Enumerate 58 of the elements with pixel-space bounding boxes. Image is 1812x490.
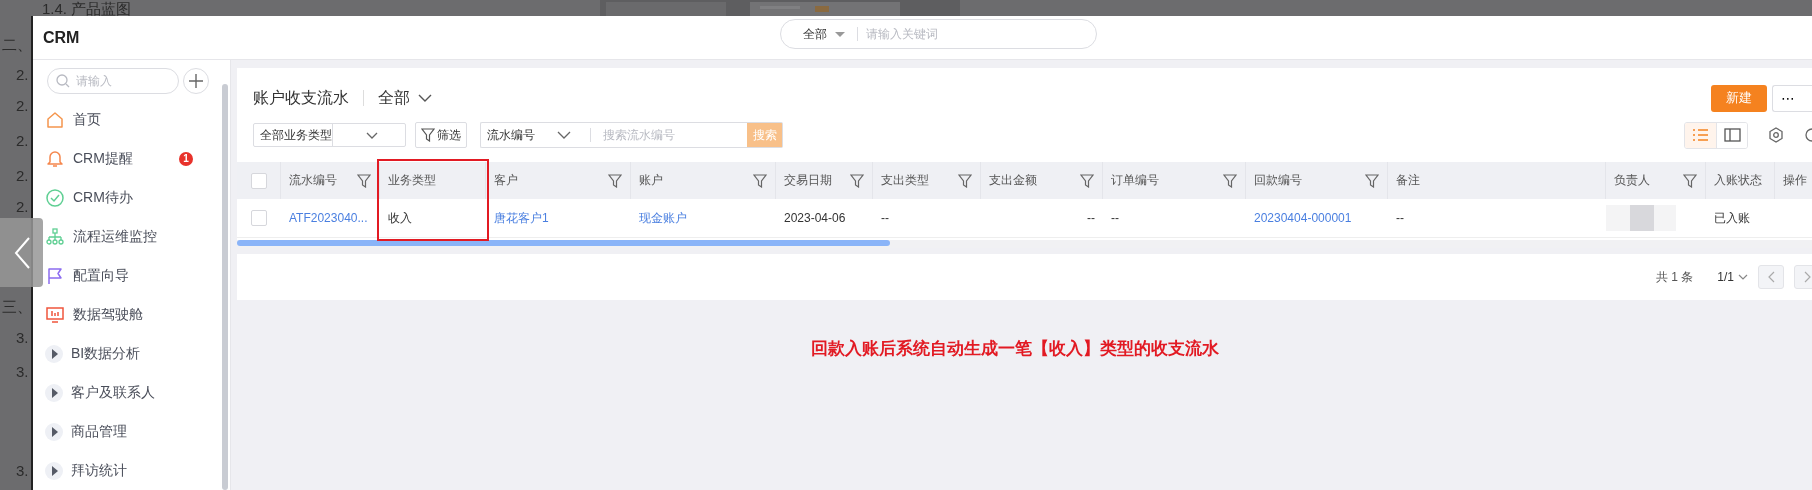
column-header: 交易日期 xyxy=(784,172,832,189)
table-cell: 已入账 xyxy=(1714,209,1750,227)
type-dropdown[interactable]: 全部业务类型 xyxy=(253,123,406,147)
annotation-text: 回款入账后系统自动生成一笔【收入】类型的收支流水 xyxy=(809,338,1220,360)
document-text: 三、 xyxy=(2,298,32,316)
column-header: 支出金额 xyxy=(989,172,1037,189)
search-input[interactable]: 请输入 xyxy=(76,74,156,88)
column-header: 负责人 xyxy=(1614,172,1650,189)
view-dropdown[interactable]: 全部 xyxy=(378,87,432,109)
sidebar-item[interactable]: 数据驾驶舱 xyxy=(45,295,189,334)
sidebar-item[interactable]: 客户及联系人 xyxy=(45,373,189,412)
document-text: 3. xyxy=(16,329,29,347)
table-link[interactable]: 20230404-000001 xyxy=(1254,211,1352,225)
table-link[interactable]: 唐花客户1 xyxy=(494,209,549,227)
document-text: 2. xyxy=(16,198,29,216)
document-text: 2. xyxy=(16,97,29,115)
field-dropdown[interactable]: 流水编号 xyxy=(480,122,584,148)
column-header: 账户 xyxy=(639,172,663,189)
column-header: 流水编号 xyxy=(289,172,337,189)
document-text: 二、 xyxy=(2,36,32,54)
column-header: 操作 xyxy=(1783,172,1807,189)
table-cell: -- xyxy=(1396,211,1404,225)
document-text: 3. xyxy=(16,462,29,480)
column-header: 备注 xyxy=(1396,172,1420,189)
document-text: 2. xyxy=(16,167,29,185)
column-header: 支出类型 xyxy=(881,172,929,189)
notification-badge: 1 xyxy=(179,151,193,166)
app-title: CRM xyxy=(43,28,80,47)
table-cell: -- xyxy=(1111,211,1119,225)
sidebar-item[interactable]: 商品管理 xyxy=(45,412,189,451)
document-text: 2. xyxy=(16,66,29,84)
search-input[interactable]: 搜索流水编号 xyxy=(584,122,747,148)
column-header: 回款编号 xyxy=(1254,172,1302,189)
column-header: 业务类型 xyxy=(388,172,436,189)
more-button[interactable]: ⋯ xyxy=(1772,84,1812,112)
sidebar-item[interactable]: 首页 xyxy=(45,100,189,139)
document-heading: 1.4. 产品蓝图 xyxy=(42,0,132,18)
sidebar-item[interactable]: 配置向导 xyxy=(45,256,189,295)
table-cell: 2023-04-06 xyxy=(784,211,846,225)
table-cell: -- xyxy=(881,211,889,225)
document-text: 2. xyxy=(16,132,29,150)
table-cell: -- xyxy=(1087,211,1095,225)
total-count: 共 1 条 xyxy=(1655,268,1694,286)
table-cell: 收入 xyxy=(388,209,412,227)
filter-button[interactable]: 筛选 xyxy=(415,122,467,148)
table-link[interactable]: 现金账户 xyxy=(639,209,687,227)
sidebar-item[interactable]: CRM待办 xyxy=(45,178,189,217)
sidebar-item[interactable]: BI数据分析 xyxy=(45,334,189,373)
scope-dropdown[interactable]: 全部 xyxy=(803,25,845,43)
column-header: 客户 xyxy=(494,172,518,189)
column-header: 订单编号 xyxy=(1111,172,1159,189)
table-link[interactable]: ATF2023040... xyxy=(289,211,368,225)
page-title: 账户收支流水 xyxy=(253,87,349,108)
sidebar-item[interactable]: 流程运维监控 xyxy=(45,217,189,256)
sidebar-item[interactable]: 拜访统计 xyxy=(45,451,189,490)
document-text: 3. xyxy=(16,363,29,381)
page-dropdown[interactable]: 1/1 xyxy=(1717,270,1748,284)
column-header: 入账状态 xyxy=(1714,172,1762,189)
